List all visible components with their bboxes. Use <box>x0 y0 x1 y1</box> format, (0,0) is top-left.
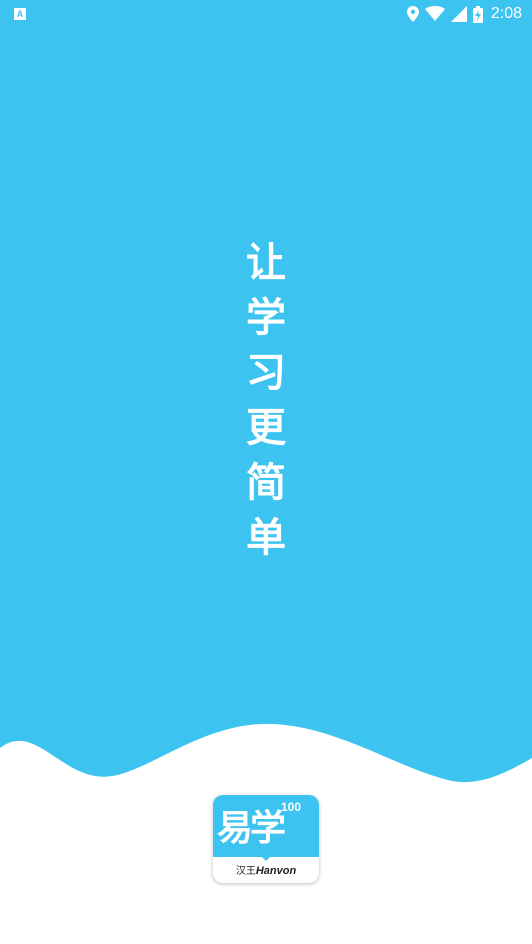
app-logo: 易学 100 汉王Hanvon <box>213 795 319 883</box>
logo-notch <box>260 855 272 861</box>
slogan-char: 单 <box>246 515 286 561</box>
logo-badge: 易学 100 <box>213 795 319 857</box>
logo-brand-cn: 汉王 <box>235 866 256 877</box>
logo-number: 100 <box>281 800 302 814</box>
status-bar: A 2:08 <box>0 0 532 28</box>
slogan-char: 简 <box>246 460 286 506</box>
logo-brand: 汉王Hanvon <box>213 862 319 877</box>
logo-brand-en: Hanvon <box>255 865 297 877</box>
slogan-char: 让 <box>246 240 286 286</box>
notification-icon: A <box>14 8 26 20</box>
logo-main-text: 易学 <box>217 808 286 849</box>
slogan-vertical: 让 学 习 更 简 单 <box>236 236 296 566</box>
location-icon <box>406 6 419 22</box>
slogan-char: 习 <box>246 350 286 396</box>
battery-charging-icon <box>472 5 483 23</box>
status-clock: 2:08 <box>490 5 522 22</box>
slogan-char: 更 <box>246 405 286 451</box>
wifi-icon <box>424 6 445 21</box>
signal-icon <box>450 6 467 22</box>
slogan-char: 学 <box>246 295 286 341</box>
